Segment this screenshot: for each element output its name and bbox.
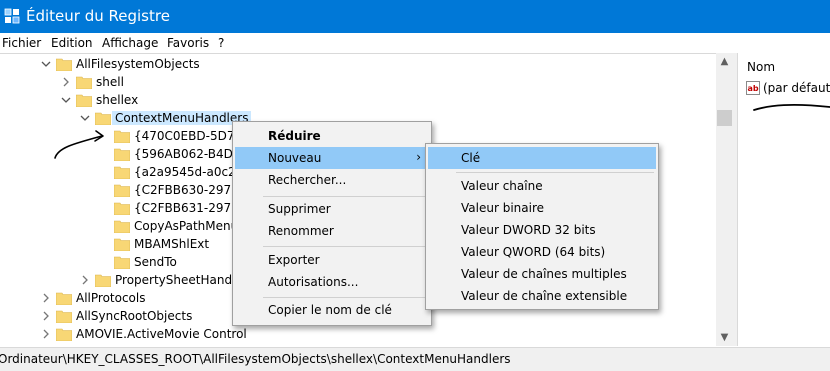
folder-icon [114,166,130,179]
menu-separator [263,246,427,247]
tree-item-label: ContextMenuHandlers [112,111,252,125]
folder-icon [76,76,92,89]
menu-separator [263,196,427,197]
tree-item-label: CopyAsPathMenu [134,219,239,233]
tree-item-label: AllSyncRootObjects [76,309,193,323]
folder-icon [114,184,130,197]
menu-item-rechercher[interactable]: Rechercher... [235,169,429,191]
menu-item-supprimer[interactable]: Supprimer [235,198,429,220]
svg-text:ab: ab [748,84,759,93]
submenu-item-qword[interactable]: Valeur QWORD (64 bits) [428,241,656,263]
column-header-name[interactable]: Nom [747,60,775,74]
value-name[interactable]: (par défaut) [763,81,830,95]
folder-open-icon [95,112,111,125]
submenu-item-cle[interactable]: Clé [428,147,656,169]
folder-icon [56,310,72,323]
tree-scrollbar[interactable]: ▲ ▼ [716,53,733,346]
new-submenu: Clé Valeur chaîne Valeur binaire Valeur … [425,143,659,310]
menu-item-reduire[interactable]: Réduire [235,125,429,147]
menu-item-exporter[interactable]: Exporter [235,249,429,271]
scroll-down-icon[interactable]: ▼ [718,331,731,344]
tree-item-label: SendTo [134,255,177,269]
menu-help[interactable]: ? [218,36,224,50]
tree-item-label: shell [96,75,124,89]
tree-item-label: shellex [96,93,139,107]
menu-item-autorisations[interactable]: Autorisations... [235,271,429,293]
chevron-right-icon: › [416,150,421,164]
menu-separator [456,172,654,173]
submenu-item-chaine-extensible[interactable]: Valeur de chaîne extensible [428,285,656,307]
tree-item-label: AMOVIE.ActiveMovie Control [76,327,247,341]
status-path: Ordinateur\HKEY_CLASSES_ROOT\AllFilesyst… [0,352,511,366]
title-bar: Éditeur du Registre [0,0,830,33]
values-pane[interactable]: Nom ab (par défaut) [737,53,830,346]
folder-icon [114,130,130,143]
folder-icon [76,94,92,107]
tree-item-label: PropertySheetHandler [115,273,248,287]
folder-icon [56,328,72,341]
menu-bar: Fichier Edition Affichage Favoris ? [0,33,830,53]
registry-editor-icon [4,8,20,24]
menu-separator [263,297,427,298]
chevron-right-icon[interactable] [79,274,91,286]
folder-icon [95,274,111,287]
scrollbar-thumb[interactable] [717,110,732,126]
tree-item-label: MBAMShlExt [134,237,210,251]
submenu-item-valeur-binaire[interactable]: Valeur binaire [428,197,656,219]
chevron-right-icon[interactable] [40,292,52,304]
folder-icon [56,58,72,71]
folder-icon [114,256,130,269]
menu-item-copier-nom-cle[interactable]: Copier le nom de clé [235,299,429,321]
chevron-right-icon[interactable] [60,76,72,88]
submenu-item-valeur-chaine[interactable]: Valeur chaîne [428,175,656,197]
menu-affichage[interactable]: Affichage [102,36,158,50]
folder-icon [114,238,130,251]
submenu-item-dword[interactable]: Valeur DWORD 32 bits [428,219,656,241]
ab-string-value-icon: ab [746,81,760,95]
folder-icon [114,148,130,161]
chevron-right-icon[interactable] [40,310,52,322]
scroll-up-icon[interactable]: ▲ [718,55,731,68]
status-bar: Ordinateur\HKEY_CLASSES_ROOT\AllFilesyst… [0,347,830,371]
context-menu: Réduire Nouveau › Rechercher... Supprime… [232,121,432,326]
chevron-right-icon[interactable] [40,328,52,340]
chevron-down-icon[interactable] [79,112,91,124]
folder-icon [114,202,130,215]
menu-item-nouveau[interactable]: Nouveau › [235,147,429,169]
menu-edition[interactable]: Edition [51,36,93,50]
chevron-down-icon[interactable] [40,58,52,70]
folder-icon [56,292,72,305]
submenu-item-chaines-multiples[interactable]: Valeur de chaînes multiples [428,263,656,285]
menu-favoris[interactable]: Favoris [167,36,209,50]
folder-icon [114,220,130,233]
menu-fichier[interactable]: Fichier [2,36,41,50]
tree-item-label: AllProtocols [76,291,146,305]
menu-item-renommer[interactable]: Renommer [235,220,429,242]
chevron-down-icon[interactable] [60,94,72,106]
window-title: Éditeur du Registre [26,7,170,25]
tree-item-label: AllFilesystemObjects [76,57,200,71]
